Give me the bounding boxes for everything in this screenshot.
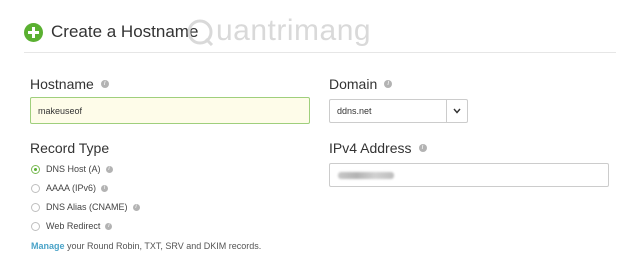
page-title: Create a Hostname [51,22,199,41]
chevron-down-icon [453,108,461,114]
radio-label[interactable]: Web Redirect [46,221,100,231]
info-icon[interactable]: i [100,80,109,88]
radio-button[interactable] [31,202,40,212]
page-header: Create a Hostname [24,22,198,42]
domain-label: Domain [329,76,378,92]
info-icon[interactable]: i [105,222,113,230]
radio-button[interactable] [31,221,40,231]
watermark-logo-icon [187,19,214,46]
domain-value: ddns.net [337,106,372,116]
radio-option-cname[interactable]: DNS Alias (CNAME) i [31,202,140,212]
radio-button[interactable] [31,183,40,193]
domain-select[interactable]: ddns.net [329,99,468,123]
radio-option-web-redirect[interactable]: Web Redirect i [31,221,113,231]
record-type-label-group: Record Type [30,140,109,156]
ipv4-label-group: IPv4 Address i [329,140,427,156]
radio-option-aaaa[interactable]: AAAA (IPv6) i [31,183,109,193]
record-type-label: Record Type [30,140,110,156]
info-icon[interactable]: i [105,165,113,173]
info-icon[interactable]: i [384,80,393,88]
plus-circle-icon [24,22,43,42]
manage-description: your Round Robin, TXT, SRV and DKIM reco… [64,241,262,251]
hostname-label: Hostname [30,76,94,92]
radio-button-checked[interactable] [31,164,40,174]
radio-label[interactable]: DNS Host (A) [46,164,101,174]
radio-option-dns-host[interactable]: DNS Host (A) i [31,164,113,174]
watermark-text: uantrimang [216,14,372,47]
header-divider [24,52,616,53]
domain-label-group: Domain i [329,76,393,92]
manage-records-text: Manage your Round Robin, TXT, SRV and DK… [31,241,261,251]
watermark: uantrimang [186,14,371,48]
radio-label[interactable]: DNS Alias (CNAME) [46,202,128,212]
hostname-value: makeuseof [38,105,83,116]
info-icon[interactable]: i [418,144,427,152]
info-icon[interactable]: i [101,184,109,192]
hostname-label-group: Hostname i [30,76,109,92]
hostname-input[interactable]: makeuseof [30,97,310,124]
ipv4-value-redacted [338,171,394,179]
ipv4-input[interactable] [329,163,609,187]
manage-link[interactable]: Manage [31,241,65,251]
domain-dropdown-button[interactable] [446,100,467,122]
info-icon[interactable]: i [132,203,140,211]
radio-label[interactable]: AAAA (IPv6) [46,183,96,193]
ipv4-label: IPv4 Address [329,140,412,156]
